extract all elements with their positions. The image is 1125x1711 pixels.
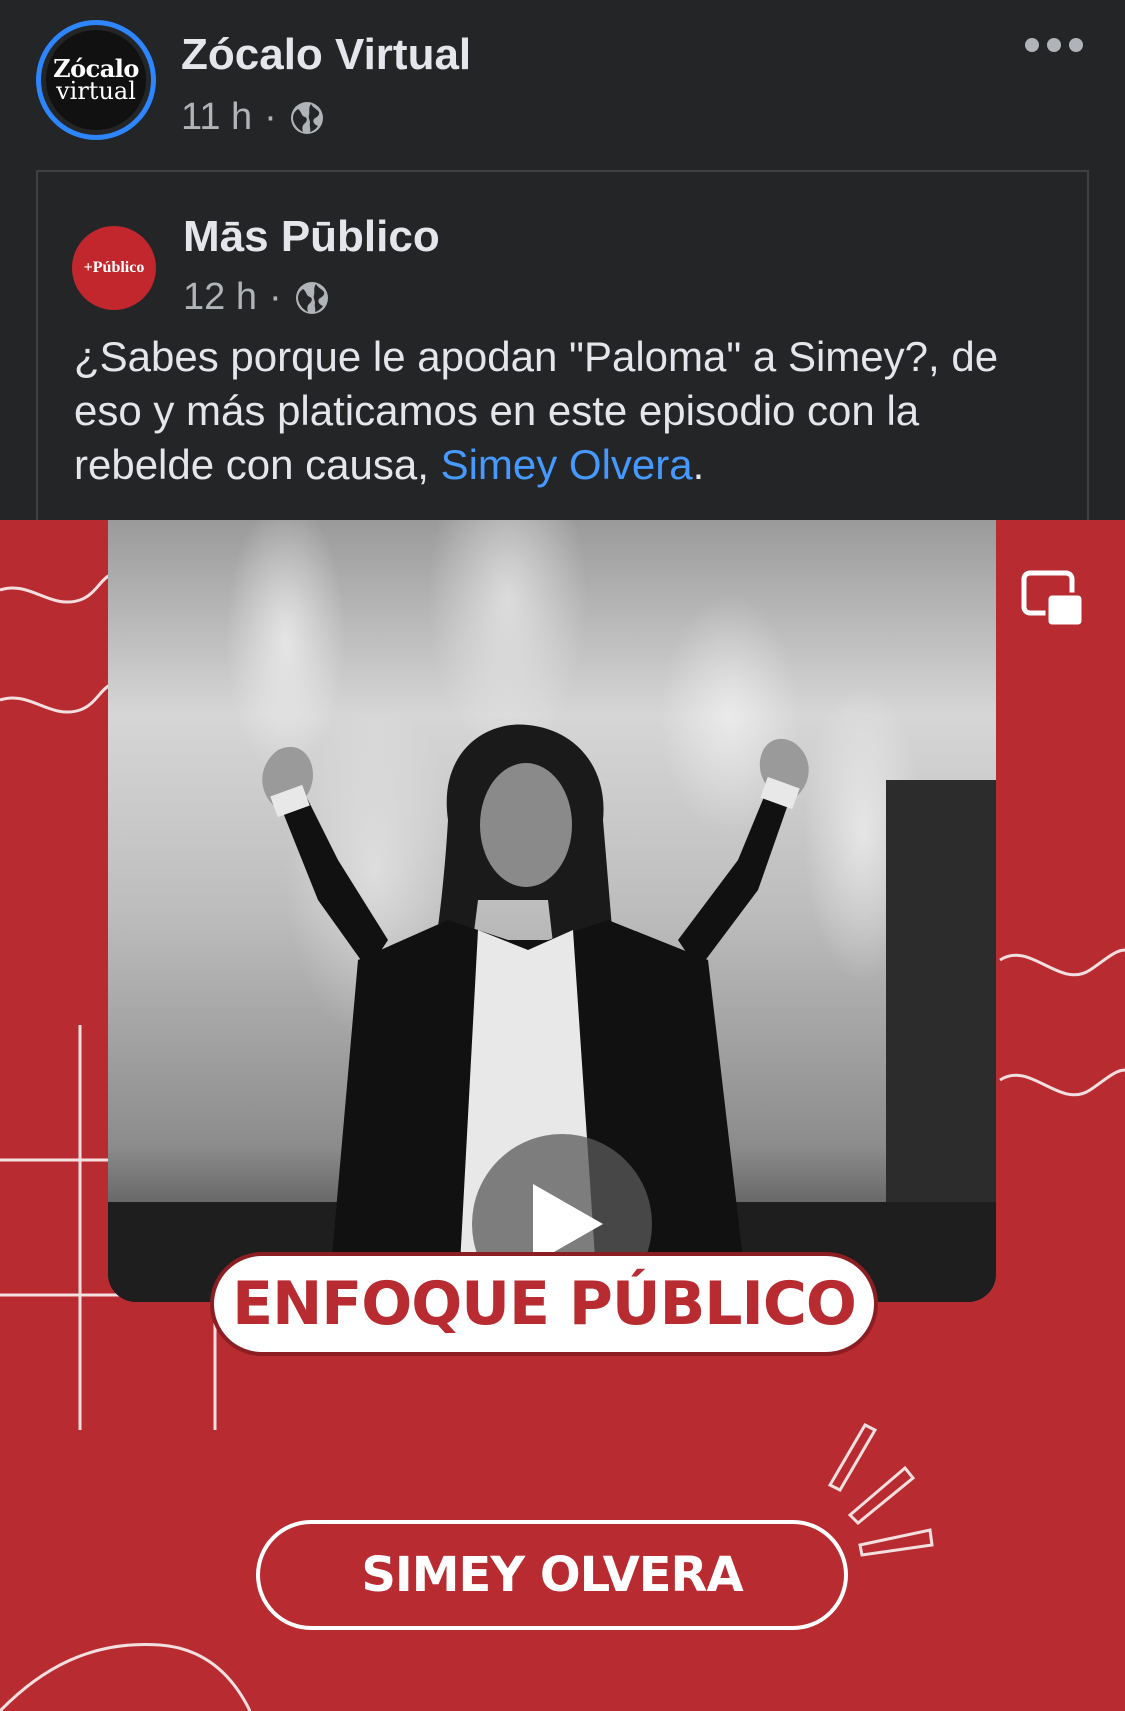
picture-in-picture-icon[interactable] [1021, 570, 1085, 630]
shared-post-meta: 12 h · [183, 276, 330, 319]
meta-separator: · [268, 276, 282, 318]
post-time[interactable]: 11 h [181, 96, 252, 139]
globe-icon [295, 281, 328, 314]
post-text: ¿Sabes porque le apodan "Paloma" a Simey… [74, 330, 1054, 492]
avatar-logo-line2: virtual [56, 77, 136, 105]
page-avatar-logo: Zócalo virtual [46, 30, 146, 130]
episode-title-pill: ENFOQUE PÚBLICO [210, 1252, 878, 1356]
page-avatar[interactable]: Zócalo virtual [36, 20, 156, 140]
mention-link[interactable]: Simey Olvera [441, 441, 693, 488]
page-name[interactable]: Zócalo Virtual [181, 30, 471, 80]
globe-icon [290, 101, 323, 134]
post-header: Zócalo virtual Zócalo Virtual 11 h · [0, 0, 1125, 170]
shared-post-time[interactable]: 12 h [183, 276, 257, 319]
shared-post[interactable]: +Público Mās Pūblico 12 h · ¿Sabes porqu… [36, 170, 1089, 530]
video-thumbnail[interactable]: ENFOQUE PÚBLICO SIMEY OLVERA [0, 520, 1125, 1711]
post-text-end: . [692, 441, 705, 488]
guest-name-pill: SIMEY OLVERA [256, 1520, 848, 1630]
shared-page-avatar[interactable]: +Público [72, 226, 156, 310]
more-options-icon[interactable] [1025, 38, 1083, 52]
shared-page-name[interactable]: Mās Pūblico [183, 212, 440, 262]
post-meta: 11 h · [181, 96, 325, 139]
meta-separator: · [264, 96, 277, 138]
